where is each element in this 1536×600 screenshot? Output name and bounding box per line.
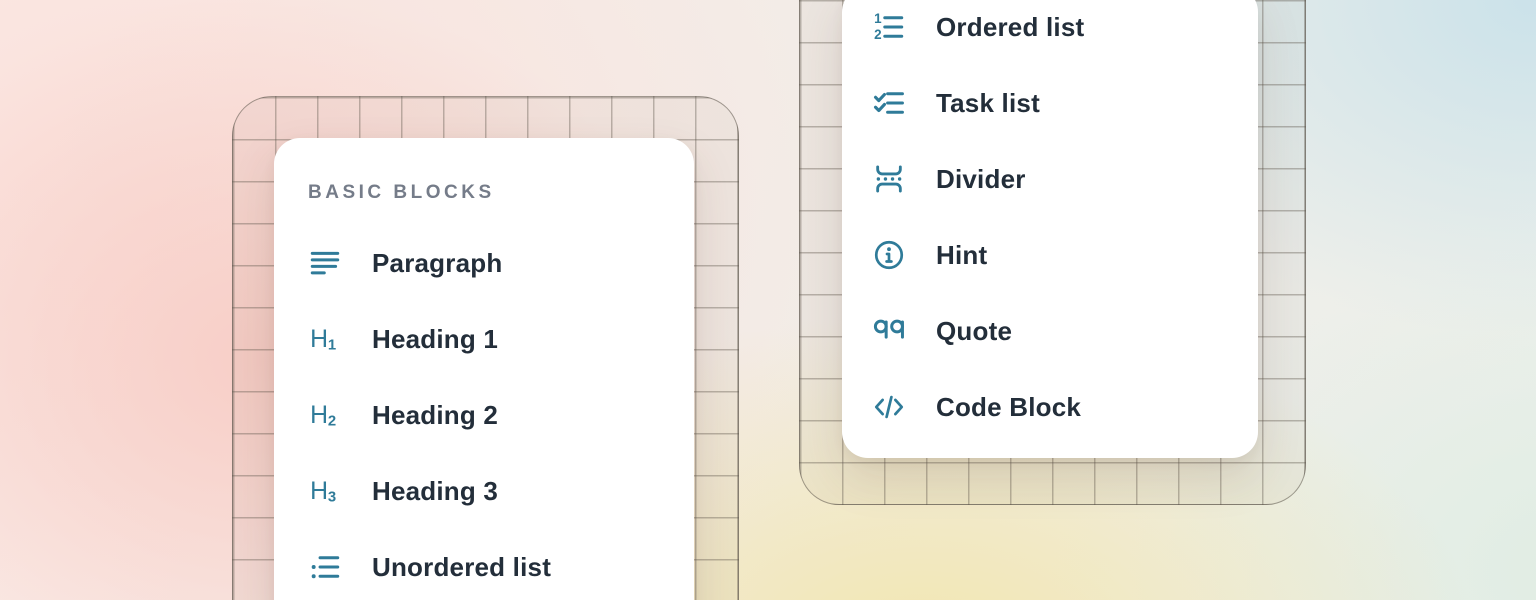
menu-item-paragraph[interactable]: Paragraph (308, 225, 660, 301)
basic-blocks-card: BASIC BLOCKS Paragraph Heading 1 Heading… (274, 138, 694, 600)
menu-item-quote[interactable]: Quote (872, 293, 1228, 369)
menu-item-label: Heading 2 (372, 400, 498, 431)
divider-icon (872, 162, 906, 196)
menu-item-label: Paragraph (372, 248, 502, 279)
heading3-icon (308, 474, 342, 508)
menu-item-task-list[interactable]: Task list (872, 65, 1228, 141)
menu-item-label: Divider (936, 164, 1026, 195)
basic-blocks-section-header: BASIC BLOCKS (308, 174, 660, 212)
menu-item-label: Unordered list (372, 552, 551, 583)
menu-item-hint[interactable]: Hint (872, 217, 1228, 293)
ordered-list-icon (872, 10, 906, 44)
menu-item-ordered-list[interactable]: Ordered list (872, 0, 1228, 65)
menu-item-divider[interactable]: Divider (872, 141, 1228, 217)
menu-item-heading-3[interactable]: Heading 3 (308, 453, 660, 529)
task-list-icon (872, 86, 906, 120)
unordered-list-icon (308, 550, 342, 584)
menu-item-label: Heading 3 (372, 476, 498, 507)
heading2-icon (308, 398, 342, 432)
menu-item-code-block[interactable]: Code Block (872, 369, 1228, 445)
blocks-menu-continued: Ordered list Task list Divider Hint Quot… (872, 0, 1228, 445)
basic-blocks-menu: Paragraph Heading 1 Heading 2 Heading 3 … (308, 225, 660, 600)
hint-icon (872, 238, 906, 272)
menu-item-heading-2[interactable]: Heading 2 (308, 377, 660, 453)
menu-item-label: Code Block (936, 392, 1081, 423)
heading1-icon (308, 322, 342, 356)
menu-item-unordered-list[interactable]: Unordered list (308, 529, 660, 600)
menu-item-label: Heading 1 (372, 324, 498, 355)
paragraph-icon (308, 246, 342, 280)
menu-item-label: Ordered list (936, 12, 1084, 43)
menu-item-label: Hint (936, 240, 987, 271)
quote-icon (872, 314, 906, 348)
menu-item-heading-1[interactable]: Heading 1 (308, 301, 660, 377)
menu-item-label: Task list (936, 88, 1040, 119)
gradient-background: BASIC BLOCKS Paragraph Heading 1 Heading… (0, 0, 1536, 600)
menu-item-label: Quote (936, 316, 1012, 347)
code-block-icon (872, 390, 906, 424)
blocks-card-continued: Ordered list Task list Divider Hint Quot… (842, 0, 1258, 458)
